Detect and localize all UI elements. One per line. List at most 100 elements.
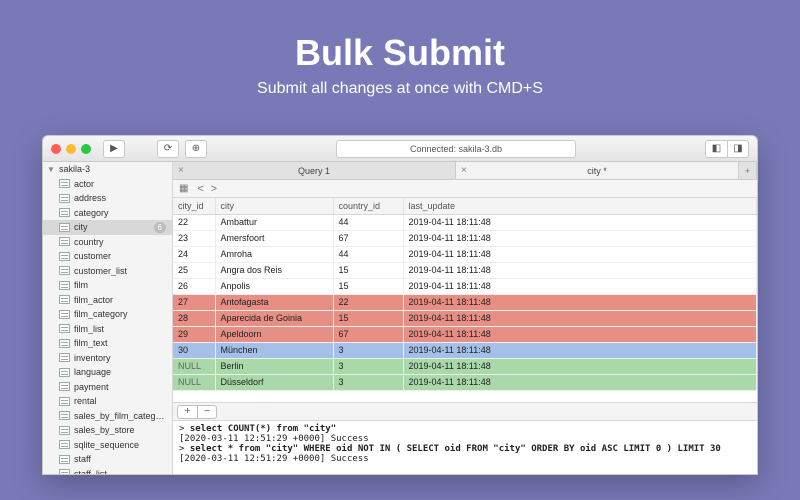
remove-row-button[interactable]: − (197, 405, 217, 419)
sidebar-item-staff[interactable]: staff (43, 452, 172, 467)
table-row[interactable]: 30München32019-04-11 18:11:48 (173, 342, 757, 358)
table-cell[interactable]: 24 (173, 246, 215, 262)
sidebar-item-payment[interactable]: payment (43, 380, 172, 395)
view-toggle[interactable]: ◧ ◨ (705, 140, 749, 158)
table-cell[interactable]: 67 (333, 230, 403, 246)
sidebar-item-staff-list[interactable]: staff_list (43, 467, 172, 475)
table-cell[interactable]: 2019-04-11 18:11:48 (403, 262, 757, 278)
new-tab-button[interactable]: + (739, 162, 757, 179)
table-cell[interactable]: 26 (173, 278, 215, 294)
table-cell[interactable]: Apeldoorn (215, 326, 333, 342)
sidebar-item-actor[interactable]: actor (43, 177, 172, 192)
table-cell[interactable]: Düsseldorf (215, 374, 333, 390)
table-cell[interactable]: 3 (333, 358, 403, 374)
table-cell[interactable]: 2019-04-11 18:11:48 (403, 326, 757, 342)
table-cell[interactable]: 3 (333, 342, 403, 358)
table-cell[interactable]: 27 (173, 294, 215, 310)
sidebar-item-language[interactable]: language (43, 365, 172, 380)
close-icon[interactable] (51, 144, 61, 154)
table-cell[interactable]: München (215, 342, 333, 358)
table-cell[interactable]: 2019-04-11 18:11:48 (403, 358, 757, 374)
sidebar-item-inventory[interactable]: inventory (43, 351, 172, 366)
table-cell[interactable]: Berlin (215, 358, 333, 374)
table-row[interactable]: NULLDüsseldorf32019-04-11 18:11:48 (173, 374, 757, 390)
zoom-icon[interactable] (81, 144, 91, 154)
table-cell[interactable]: 25 (173, 262, 215, 278)
table-row[interactable]: NULLBerlin32019-04-11 18:11:48 (173, 358, 757, 374)
sidebar-item-film-actor[interactable]: film_actor (43, 293, 172, 308)
sidebar-item-film-category[interactable]: film_category (43, 307, 172, 322)
table-row[interactable]: 28Aparecida de Goinia152019-04-11 18:11:… (173, 310, 757, 326)
sidebar-item-rental[interactable]: rental (43, 394, 172, 409)
sidebar-db-root[interactable]: ▼ sakila-3 (43, 162, 172, 177)
grid-view-icon[interactable]: ▦ (179, 183, 187, 194)
table-cell[interactable]: 22 (333, 294, 403, 310)
table-cell[interactable]: 22 (173, 214, 215, 230)
table-row[interactable]: 23Amersfoort672019-04-11 18:11:48 (173, 230, 757, 246)
column-header[interactable]: last_update (403, 198, 757, 214)
table-cell[interactable]: 2019-04-11 18:11:48 (403, 246, 757, 262)
table-cell[interactable]: 2019-04-11 18:11:48 (403, 278, 757, 294)
table-cell[interactable]: Anpolis (215, 278, 333, 294)
table-cell[interactable]: Amersfoort (215, 230, 333, 246)
table-cell[interactable]: 2019-04-11 18:11:48 (403, 374, 757, 390)
close-tab-icon[interactable]: × (178, 165, 184, 176)
table-cell[interactable]: Angra dos Reis (215, 262, 333, 278)
sidebar-item-customer[interactable]: customer (43, 249, 172, 264)
table-row[interactable]: 29Apeldoorn672019-04-11 18:11:48 (173, 326, 757, 342)
column-header[interactable]: country_id (333, 198, 403, 214)
sidebar-item-sales-by-film-category[interactable]: sales_by_film_category (43, 409, 172, 424)
table-cell[interactable]: Antofagasta (215, 294, 333, 310)
table-row[interactable]: 24Amroha442019-04-11 18:11:48 (173, 246, 757, 262)
column-header[interactable]: city (215, 198, 333, 214)
nav-forward-button[interactable]: > (209, 183, 219, 195)
sidebar-item-sqlite-sequence[interactable]: sqlite_sequence (43, 438, 172, 453)
table-cell[interactable]: NULL (173, 358, 215, 374)
tab-city-[interactable]: ×city * (456, 162, 739, 179)
sidebar-item-country[interactable]: country (43, 235, 172, 250)
table-cell[interactable]: 3 (333, 374, 403, 390)
sidebar-toggle-right-icon[interactable]: ◨ (727, 140, 749, 158)
add-row-button[interactable]: + (177, 405, 197, 419)
table-cell[interactable]: 44 (333, 214, 403, 230)
table-cell[interactable]: 23 (173, 230, 215, 246)
nav-back-button[interactable]: < (195, 183, 205, 195)
column-header[interactable]: city_id (173, 198, 215, 214)
run-button[interactable]: ▶ (103, 140, 125, 158)
table-cell[interactable]: 15 (333, 310, 403, 326)
table-cell[interactable]: 67 (333, 326, 403, 342)
table-cell[interactable]: 2019-04-11 18:11:48 (403, 214, 757, 230)
table-row[interactable]: 25Angra dos Reis152019-04-11 18:11:48 (173, 262, 757, 278)
minimize-icon[interactable] (66, 144, 76, 154)
table-cell[interactable]: 15 (333, 278, 403, 294)
sidebar-item-film-text[interactable]: film_text (43, 336, 172, 351)
table-cell[interactable]: 30 (173, 342, 215, 358)
table-row[interactable]: 22Ambattur442019-04-11 18:11:48 (173, 214, 757, 230)
disclosure-triangle-icon[interactable]: ▼ (47, 165, 55, 174)
table-cell[interactable]: Aparecida de Goinia (215, 310, 333, 326)
sidebar-item-category[interactable]: category (43, 206, 172, 221)
sidebar-item-address[interactable]: address (43, 191, 172, 206)
table-cell[interactable]: 2019-04-11 18:11:48 (403, 230, 757, 246)
tab-query-1[interactable]: ×Query 1 (173, 162, 456, 179)
table-cell[interactable]: 2019-04-11 18:11:48 (403, 310, 757, 326)
table-cell[interactable]: 29 (173, 326, 215, 342)
table-row[interactable]: 26Anpolis152019-04-11 18:11:48 (173, 278, 757, 294)
sidebar-toggle-left-icon[interactable]: ◧ (705, 140, 727, 158)
table-cell[interactable]: Ambattur (215, 214, 333, 230)
sidebar-item-film-list[interactable]: film_list (43, 322, 172, 337)
sidebar-item-film[interactable]: film (43, 278, 172, 293)
table-cell[interactable]: 2019-04-11 18:11:48 (403, 342, 757, 358)
table-cell[interactable]: 15 (333, 262, 403, 278)
table-cell[interactable]: Amroha (215, 246, 333, 262)
table-cell[interactable]: 44 (333, 246, 403, 262)
table-cell[interactable]: NULL (173, 374, 215, 390)
table-cell[interactable]: 28 (173, 310, 215, 326)
close-tab-icon[interactable]: × (461, 165, 467, 176)
sidebar-item-sales-by-store[interactable]: sales_by_store (43, 423, 172, 438)
new-button[interactable]: ⊕ (185, 140, 207, 158)
table-cell[interactable]: 2019-04-11 18:11:48 (403, 294, 757, 310)
sidebar-item-customer-list[interactable]: customer_list (43, 264, 172, 279)
sidebar-item-city[interactable]: city6 (43, 220, 172, 235)
refresh-button[interactable]: ⟳ (157, 140, 179, 158)
